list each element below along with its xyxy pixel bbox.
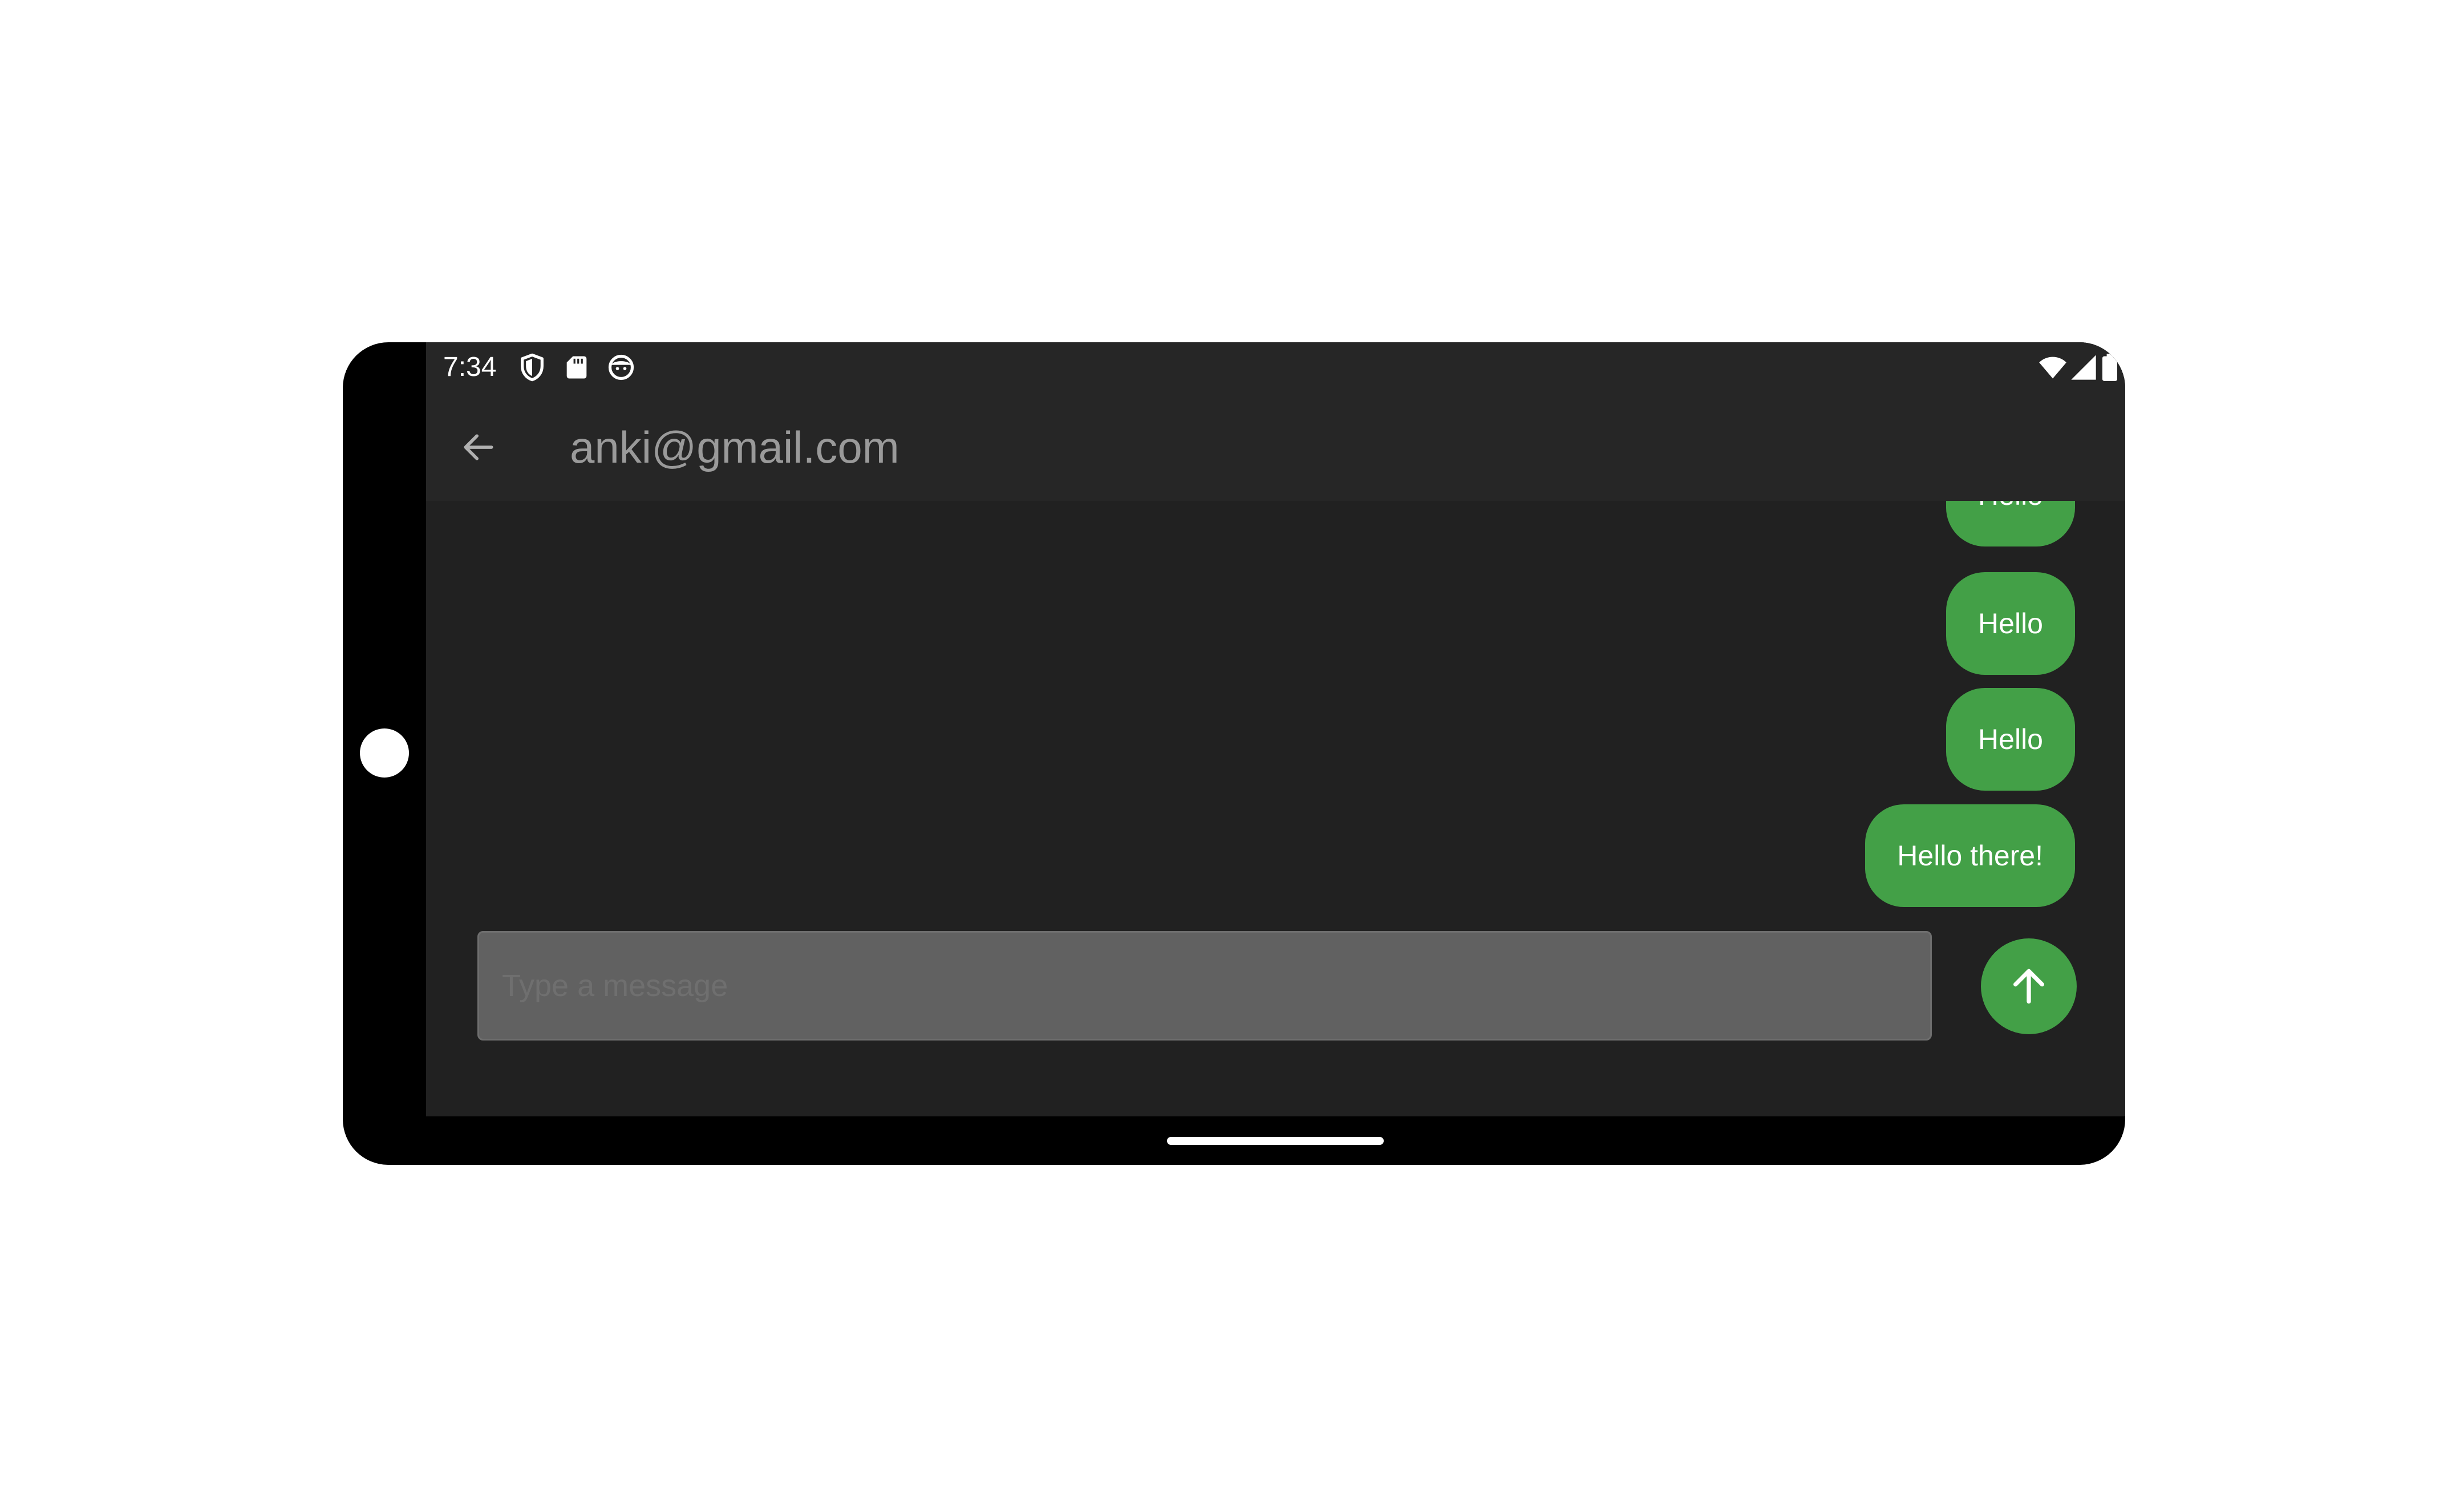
message-bubble: Hello — [1946, 688, 2075, 791]
message-bubble: Hello — [1946, 501, 2075, 546]
wifi-icon — [2038, 353, 2068, 382]
arrow-back-icon — [459, 428, 498, 467]
front-camera — [360, 728, 409, 778]
battery-icon — [2098, 353, 2121, 382]
face-icon — [606, 353, 636, 382]
arrow-upward-icon — [2006, 963, 2052, 1009]
device-frame: 7:34 anki@gmail.com Hello Hello Hello th… — [343, 342, 2125, 1165]
sd-card-icon — [562, 353, 591, 382]
conversation-title: anki@gmail.com — [570, 422, 899, 472]
send-button[interactable] — [1981, 938, 2077, 1034]
message-bubble: Hello — [1946, 572, 2075, 675]
status-time: 7:34 — [443, 352, 497, 382]
app-screen: 7:34 anki@gmail.com Hello Hello Hello th… — [426, 342, 2125, 1116]
app-bar: anki@gmail.com — [426, 394, 2125, 501]
shield-icon — [517, 353, 547, 382]
status-bar: 7:34 — [426, 342, 2125, 394]
back-button[interactable] — [456, 424, 501, 470]
gesture-nav-handle[interactable] — [1167, 1137, 1384, 1145]
message-input[interactable] — [477, 931, 1932, 1041]
cell-signal-icon — [2069, 353, 2098, 382]
message-list[interactable]: Hello — [426, 501, 2125, 702]
message-bubble: Hello there! — [1865, 804, 2075, 907]
